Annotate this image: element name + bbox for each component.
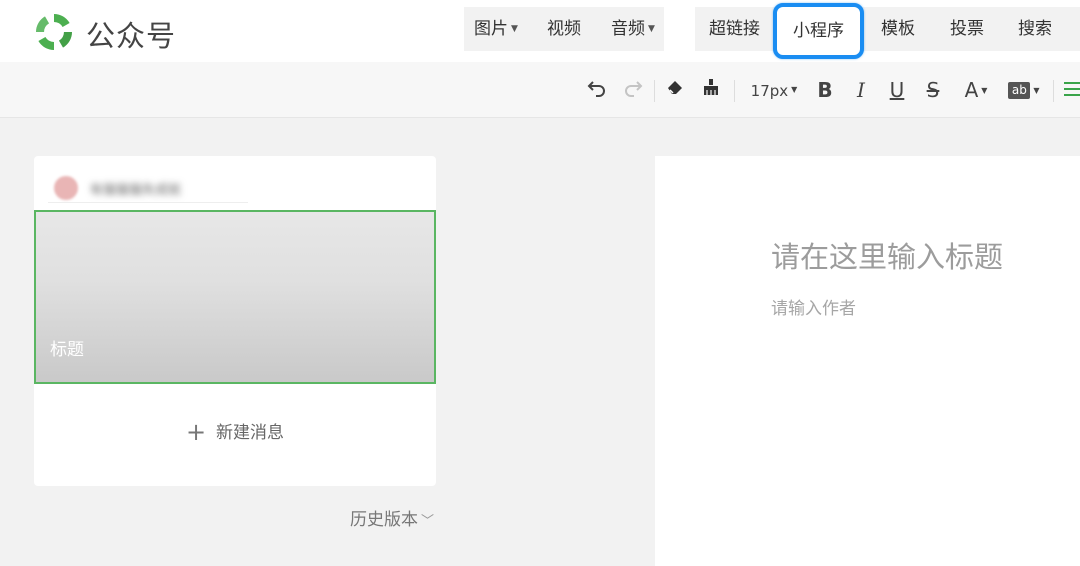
new-message-label: 新建消息 (216, 423, 285, 443)
caret-down-icon: ▼ (1033, 86, 1040, 95)
article-list-card: 有猫猫猫失成就 标题 + 新建消息 (34, 156, 436, 486)
vote-label: 投票 (950, 19, 984, 39)
search-button[interactable]: 搜索 (1018, 7, 1052, 51)
account-info: 有猫猫猫失成就 (48, 166, 181, 210)
toolbar-divider (1053, 80, 1054, 102)
font-size-select[interactable]: 17px ▼ (746, 76, 802, 104)
new-message-button[interactable]: + 新建消息 (34, 418, 436, 446)
media-toolbar: 图片 ▼ 视频 音频 ▼ (464, 7, 664, 51)
font-color-icon: A (964, 78, 979, 102)
caret-down-icon: ▼ (648, 24, 655, 34)
history-version-button[interactable]: 历史版本 ﹀ (350, 505, 434, 530)
strikethrough-icon: S (926, 78, 940, 102)
mini-program-button[interactable]: 小程序 (773, 3, 864, 59)
caret-down-icon: ▼ (791, 85, 798, 94)
history-version-label: 历史版本 (350, 510, 418, 530)
highlight-color-button[interactable]: ab ▼ (1006, 76, 1042, 104)
plus-icon: + (185, 418, 207, 446)
insert-audio-label: 音频 (611, 19, 645, 39)
toolbar-divider (734, 80, 735, 102)
hyperlink-label: 超链接 (709, 19, 760, 39)
article-cover-item[interactable]: 标题 (34, 210, 436, 384)
eraser-icon[interactable] (664, 76, 686, 104)
insert-toolbar: 超链接 小程序 模板 投票 搜索 (695, 3, 1080, 59)
font-size-value: 17px (750, 82, 789, 100)
top-header: 公众号 图片 ▼ 视频 音频 ▼ 超链接 小程序 模板 投票 搜索 (0, 0, 1080, 62)
italic-button[interactable]: I (851, 76, 871, 104)
insert-image-label: 图片 (474, 19, 508, 39)
italic-icon: I (857, 78, 865, 102)
caret-down-icon: ▼ (981, 86, 988, 95)
caret-down-icon: ▼ (511, 24, 518, 34)
avatar (54, 176, 78, 200)
underline-icon: U (889, 78, 905, 102)
insert-video-label: 视频 (547, 19, 581, 39)
author-input[interactable]: 请输入作者 (771, 294, 856, 319)
highlight-icon: ab (1008, 82, 1031, 99)
format-painter-icon[interactable] (700, 76, 722, 104)
editor-pane: 请在这里输入标题 请输入作者 (655, 156, 1080, 566)
account-name: 有猫猫猫失成就 (90, 182, 182, 198)
undo-icon[interactable] (586, 76, 608, 104)
chevron-down-icon: ﹀ (421, 514, 435, 529)
brand-logo-icon (35, 13, 73, 51)
article-cover-title: 标题 (50, 340, 84, 360)
align-icon[interactable] (1064, 78, 1080, 106)
title-input[interactable]: 请在这里输入标题 (771, 234, 1003, 276)
insert-audio-menu[interactable]: 音频 ▼ (611, 7, 655, 51)
brand-title: 公众号 (86, 19, 177, 53)
search-label: 搜索 (1018, 19, 1052, 39)
strikethrough-button[interactable]: S (923, 76, 943, 104)
redo-icon[interactable] (622, 76, 644, 104)
bold-icon: B (817, 78, 833, 102)
format-toolbar: 17px ▼ B I U S A ▼ ab ▼ (0, 62, 1080, 118)
divider (48, 202, 248, 203)
hyperlink-button[interactable]: 超链接 (709, 7, 760, 51)
font-color-button[interactable]: A ▼ (959, 76, 993, 104)
vote-button[interactable]: 投票 (950, 7, 984, 51)
underline-button[interactable]: U (887, 76, 907, 104)
mini-program-label: 小程序 (793, 21, 844, 41)
template-button[interactable]: 模板 (881, 7, 915, 51)
insert-image-menu[interactable]: 图片 ▼ (474, 7, 518, 51)
bold-button[interactable]: B (815, 76, 835, 104)
toolbar-divider (654, 80, 655, 102)
template-label: 模板 (881, 19, 915, 39)
insert-video-button[interactable]: 视频 (547, 7, 581, 51)
